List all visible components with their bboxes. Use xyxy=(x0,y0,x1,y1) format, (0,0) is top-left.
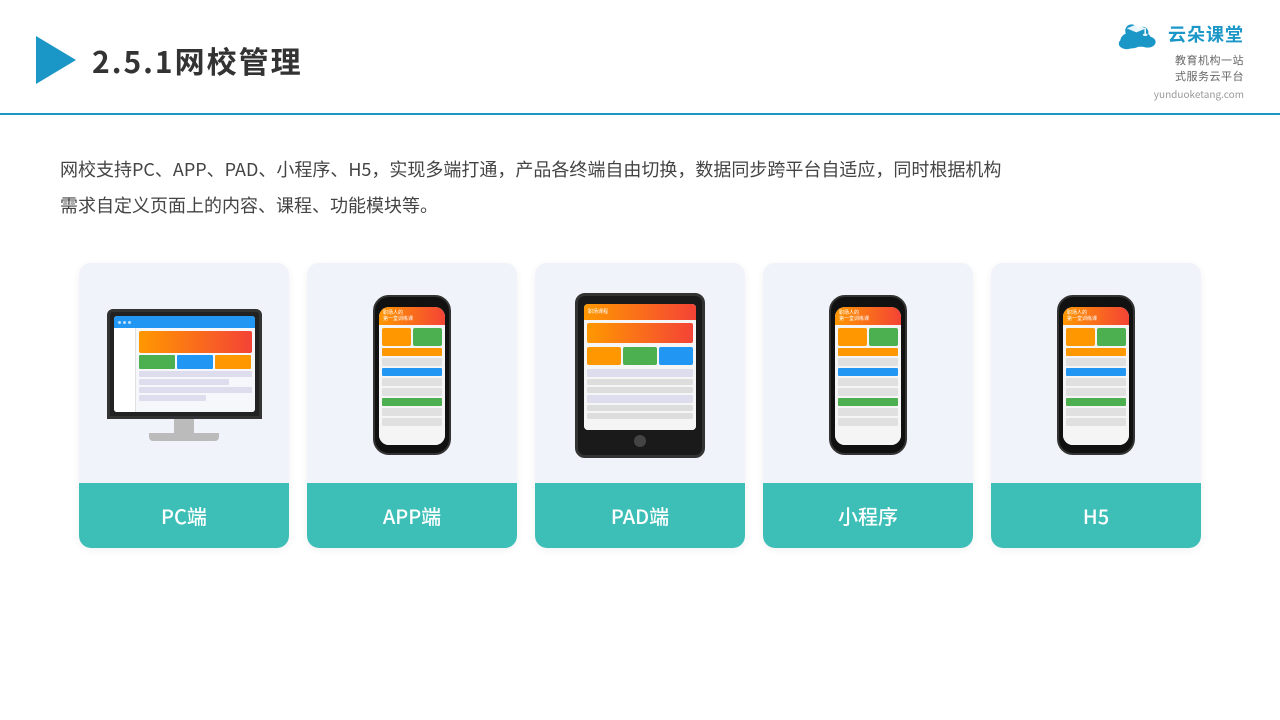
logo-area: 云朵课堂 教育机构一站 式服务云平台 yunduoketang.com xyxy=(1114,18,1244,101)
card-h5: 职场人的第一堂训练课 xyxy=(991,263,1201,548)
phone-h5-mockup: 职场人的第一堂训练课 xyxy=(1057,295,1135,455)
logo-url: yunduoketang.com xyxy=(1154,86,1244,101)
description: 网校支持PC、APP、PAD、小程序、H5，实现多端打通，产品各终端自由切换，数… xyxy=(0,115,1280,243)
header-left: 2.5.1网校管理 xyxy=(36,36,303,84)
card-h5-image: 职场人的第一堂训练课 xyxy=(991,263,1201,483)
logo-sub1: 教育机构一站 式服务云平台 xyxy=(1175,52,1244,84)
phone-h5-notch xyxy=(1085,297,1107,303)
card-pc-label: PC端 xyxy=(79,483,289,548)
card-miniprogram-image: 职场人的第一堂训练课 xyxy=(763,263,973,483)
play-icon xyxy=(36,36,76,84)
tablet-home-btn xyxy=(634,435,646,447)
card-h5-label: H5 xyxy=(991,483,1201,548)
phone-mini-mockup: 职场人的第一堂训练课 xyxy=(829,295,907,455)
phone-h5-screen: 职场人的第一堂训练课 xyxy=(1063,307,1129,445)
description-text: 网校支持PC、APP、PAD、小程序、H5，实现多端打通，产品各终端自由切换，数… xyxy=(60,151,1220,223)
cloud-logo-icon xyxy=(1114,18,1162,50)
logo-text: 云朵课堂 xyxy=(1168,21,1244,47)
card-app-label: APP端 xyxy=(307,483,517,548)
card-pad-image: 职场课程 xyxy=(535,263,745,483)
phone-notch xyxy=(401,297,423,303)
phone-mini-screen: 职场人的第一堂训练课 xyxy=(835,307,901,445)
card-app-image: 职场人的第一堂训练课 xyxy=(307,263,517,483)
tablet-screen: 职场课程 xyxy=(584,304,696,430)
card-pc: PC端 xyxy=(79,263,289,548)
phone-mini-notch xyxy=(857,297,879,303)
card-pad: 职场课程 xyxy=(535,263,745,548)
logo-cloud: 云朵课堂 xyxy=(1114,18,1244,50)
card-app: 职场人的第一堂训练课 xyxy=(307,263,517,548)
phone-app-mockup: 职场人的第一堂训练课 xyxy=(373,295,451,455)
phone-screen: 职场人的第一堂训练课 xyxy=(379,307,445,445)
cards-container: PC端 职场人的第一堂训练课 xyxy=(0,243,1280,548)
card-pad-label: PAD端 xyxy=(535,483,745,548)
page-title: 2.5.1网校管理 xyxy=(92,38,303,82)
card-miniprogram-label: 小程序 xyxy=(763,483,973,548)
header: 2.5.1网校管理 云朵课堂 教育机构一站 式服务云平台 xyxy=(0,0,1280,115)
card-miniprogram: 职场人的第一堂训练课 xyxy=(763,263,973,548)
tablet-mockup: 职场课程 xyxy=(575,293,705,458)
monitor-mockup xyxy=(104,309,264,441)
card-pc-image xyxy=(79,263,289,483)
